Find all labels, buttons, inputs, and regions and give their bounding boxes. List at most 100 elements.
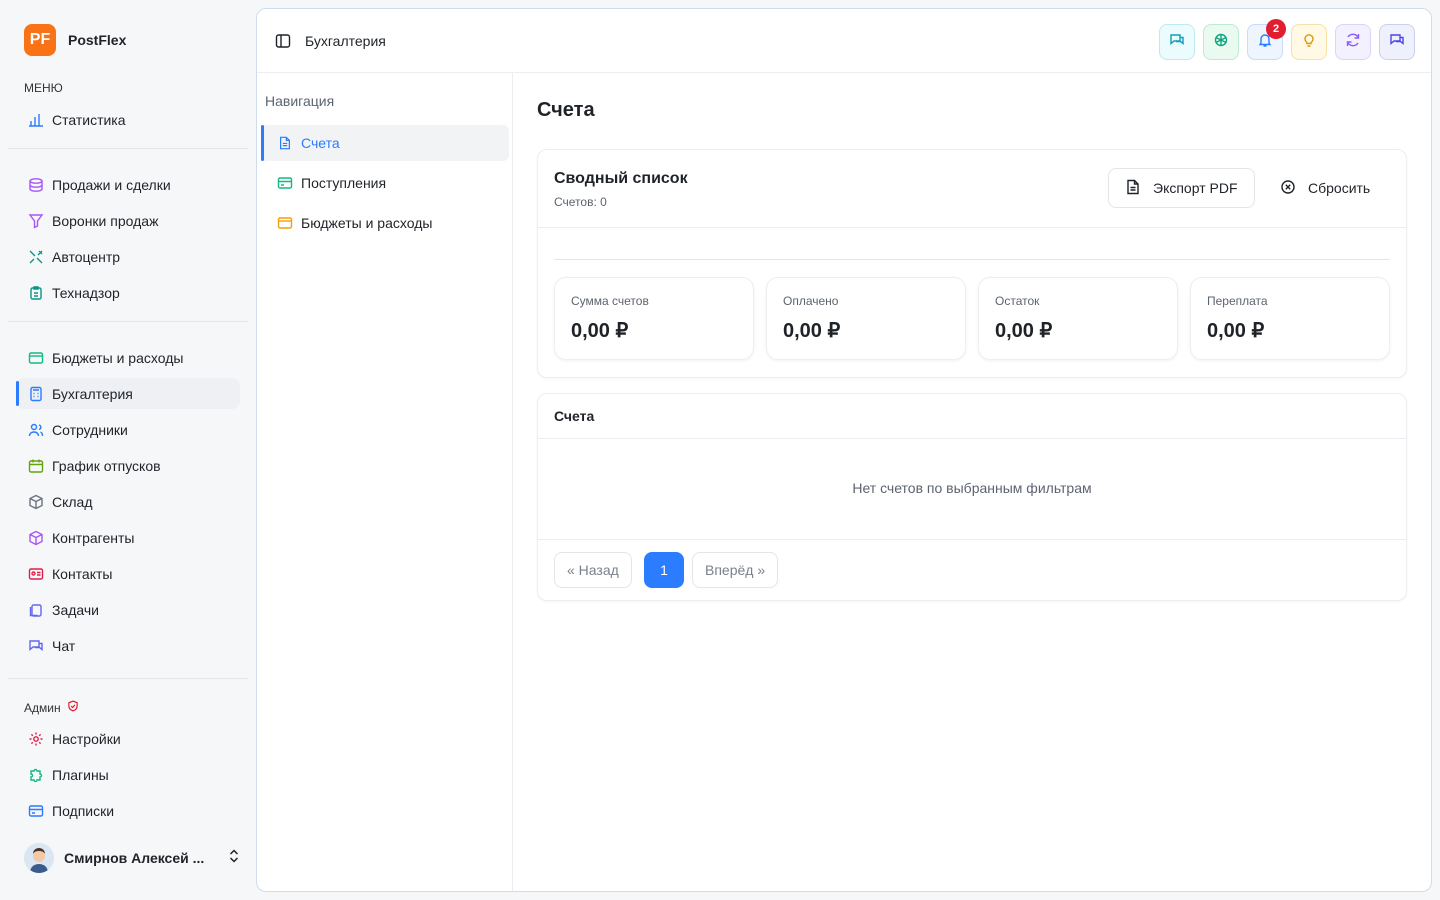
sidebar-item-label: Контакты [52, 565, 113, 582]
page-button-current[interactable]: 1 [644, 552, 684, 588]
close-circle-icon [1280, 179, 1296, 198]
sidebar-item-counterparties[interactable]: Контрагенты [16, 522, 240, 553]
section-navigation: Навигация Счета Поступления Бюджеты и ра… [257, 73, 513, 891]
sidebar-item-tasks[interactable]: Задачи [16, 594, 240, 625]
sidebar-item-label: Склад [52, 493, 93, 510]
sidebar-toggle-icon[interactable] [275, 33, 291, 54]
user-menu[interactable]: Смирнов Алексей ... [24, 843, 240, 873]
page-title: Счета [537, 99, 595, 121]
coins-icon [28, 177, 44, 193]
funnel-icon [28, 213, 44, 229]
sidebar-item-sales[interactable]: Продажи и сделки [16, 169, 240, 200]
next-page-button[interactable]: Вперёд » [692, 552, 779, 588]
contact-card-icon [28, 566, 44, 582]
sidebar-item-contacts[interactable]: Контакты [16, 558, 240, 589]
summary-card: Сводный список Счетов: 0 Экспорт PDF Сбр… [537, 149, 1407, 378]
wallet-icon [277, 215, 293, 231]
chat-icon [1169, 32, 1185, 53]
ideas-button[interactable] [1291, 24, 1327, 60]
admin-group-label: Админ [24, 700, 61, 715]
subnav-item-invoices[interactable]: Счета [261, 125, 509, 161]
sidebar-item-vacations[interactable]: График отпусков [16, 450, 240, 481]
sidebar-item-label: Технадзор [52, 284, 120, 301]
sidebar-item-funnels[interactable]: Воронки продаж [16, 205, 240, 236]
brand-logo: PF [24, 24, 56, 56]
stat-label: Остаток [995, 294, 1040, 308]
sidebar-item-label: Чат [52, 637, 76, 654]
bar-chart-icon [28, 112, 44, 128]
openai-icon [1213, 32, 1229, 53]
sidebar-item-label: Автоцентр [52, 248, 121, 265]
subnav-item-receipts[interactable]: Поступления [261, 165, 509, 201]
sidebar-item-warehouse[interactable]: Склад [16, 486, 240, 517]
card-divider [538, 227, 1406, 228]
prev-page-button[interactable]: « Назад [554, 552, 632, 588]
sidebar-item-label: Настройки [52, 730, 121, 747]
export-pdf-button[interactable]: Экспорт PDF [1108, 168, 1255, 208]
reset-button[interactable]: Сбросить [1264, 168, 1386, 208]
topbar: Бухгалтерия 2 [257, 9, 1431, 73]
refresh-button[interactable] [1335, 24, 1371, 60]
document-icon [1125, 179, 1141, 198]
card-divider [538, 539, 1406, 540]
invoices-card: Счета Нет счетов по выбранным фильтрам «… [537, 393, 1407, 601]
notifications-button[interactable]: 2 [1247, 19, 1286, 60]
main-frame: Бухгалтерия 2 Навигация Счета Поступлени… [256, 8, 1432, 892]
sidebar-item-label: Подписки [52, 802, 115, 819]
sidebar-item-label: Плагины [52, 766, 109, 783]
sidebar-item-chat[interactable]: Чат [16, 630, 240, 661]
filter-divider [554, 259, 1390, 260]
sidebar-item-plugins[interactable]: Плагины [16, 759, 240, 790]
admin-group: Админ [24, 700, 79, 715]
sidebar-item-statistics[interactable]: Статистика [16, 104, 240, 135]
sidebar-item-supervision[interactable]: Технадзор [16, 277, 240, 308]
sidebar-item-accounting[interactable]: Бухгалтерия [16, 378, 240, 409]
lightbulb-icon [1301, 32, 1317, 53]
sidebar-item-label: Задачи [52, 601, 100, 618]
user-name: Смирнов Алексей ... [64, 850, 205, 866]
sidebar-item-label: Воронки продаж [52, 212, 159, 229]
stat-value: 0,00 ₽ [571, 320, 629, 342]
sidebar-item-employees[interactable]: Сотрудники [16, 414, 240, 445]
sidebar-item-label: Продажи и сделки [52, 176, 171, 193]
export-pdf-label: Экспорт PDF [1153, 180, 1238, 196]
box-icon [28, 494, 44, 510]
puzzle-icon [28, 767, 44, 783]
subnav-item-label: Счета [301, 135, 340, 151]
tasks-icon [28, 602, 44, 618]
document-icon [277, 135, 293, 151]
stat-label: Сумма счетов [571, 294, 649, 308]
sidebar-item-label: Сотрудники [52, 421, 128, 438]
brand-name: PostFlex [68, 32, 127, 48]
brand[interactable]: PF PostFlex [24, 24, 126, 56]
sidebar: PF PostFlex МЕНЮ Статистика Продажи и сд… [0, 0, 248, 900]
sidebar-item-budgets[interactable]: Бюджеты и расходы [16, 342, 240, 373]
support-chat-button[interactable] [1379, 24, 1415, 60]
refresh-icon [1345, 32, 1361, 53]
menu-group-label: МЕНЮ [24, 81, 63, 95]
page-breadcrumb: Бухгалтерия [305, 33, 386, 49]
sidebar-divider [8, 321, 248, 322]
sidebar-item-label: Статистика [52, 111, 126, 128]
gear-icon [28, 731, 44, 747]
clipboard-icon [28, 285, 44, 301]
calendar-icon [28, 458, 44, 474]
sidebar-item-autocenter[interactable]: Автоцентр [16, 241, 240, 272]
subnav-item-label: Бюджеты и расходы [301, 215, 433, 231]
sidebar-divider [8, 678, 248, 679]
ai-button[interactable] [1203, 24, 1239, 60]
subnav-item-label: Поступления [301, 175, 387, 191]
messages-button[interactable] [1159, 24, 1195, 60]
stat-overpayment: Переплата 0,00 ₽ [1190, 277, 1390, 360]
calculator-icon [28, 386, 44, 402]
package-icon [28, 530, 44, 546]
chevron-up-down-icon [228, 848, 240, 868]
sidebar-item-label: Бюджеты и расходы [52, 349, 184, 366]
stat-balance: Остаток 0,00 ₽ [978, 277, 1178, 360]
sidebar-item-label: Контрагенты [52, 529, 135, 546]
chat-icon [28, 638, 44, 654]
sidebar-item-subscriptions[interactable]: Подписки [16, 795, 240, 826]
wallet-icon [28, 350, 44, 366]
sidebar-item-settings[interactable]: Настройки [16, 723, 240, 754]
subnav-item-budgets[interactable]: Бюджеты и расходы [261, 205, 509, 241]
